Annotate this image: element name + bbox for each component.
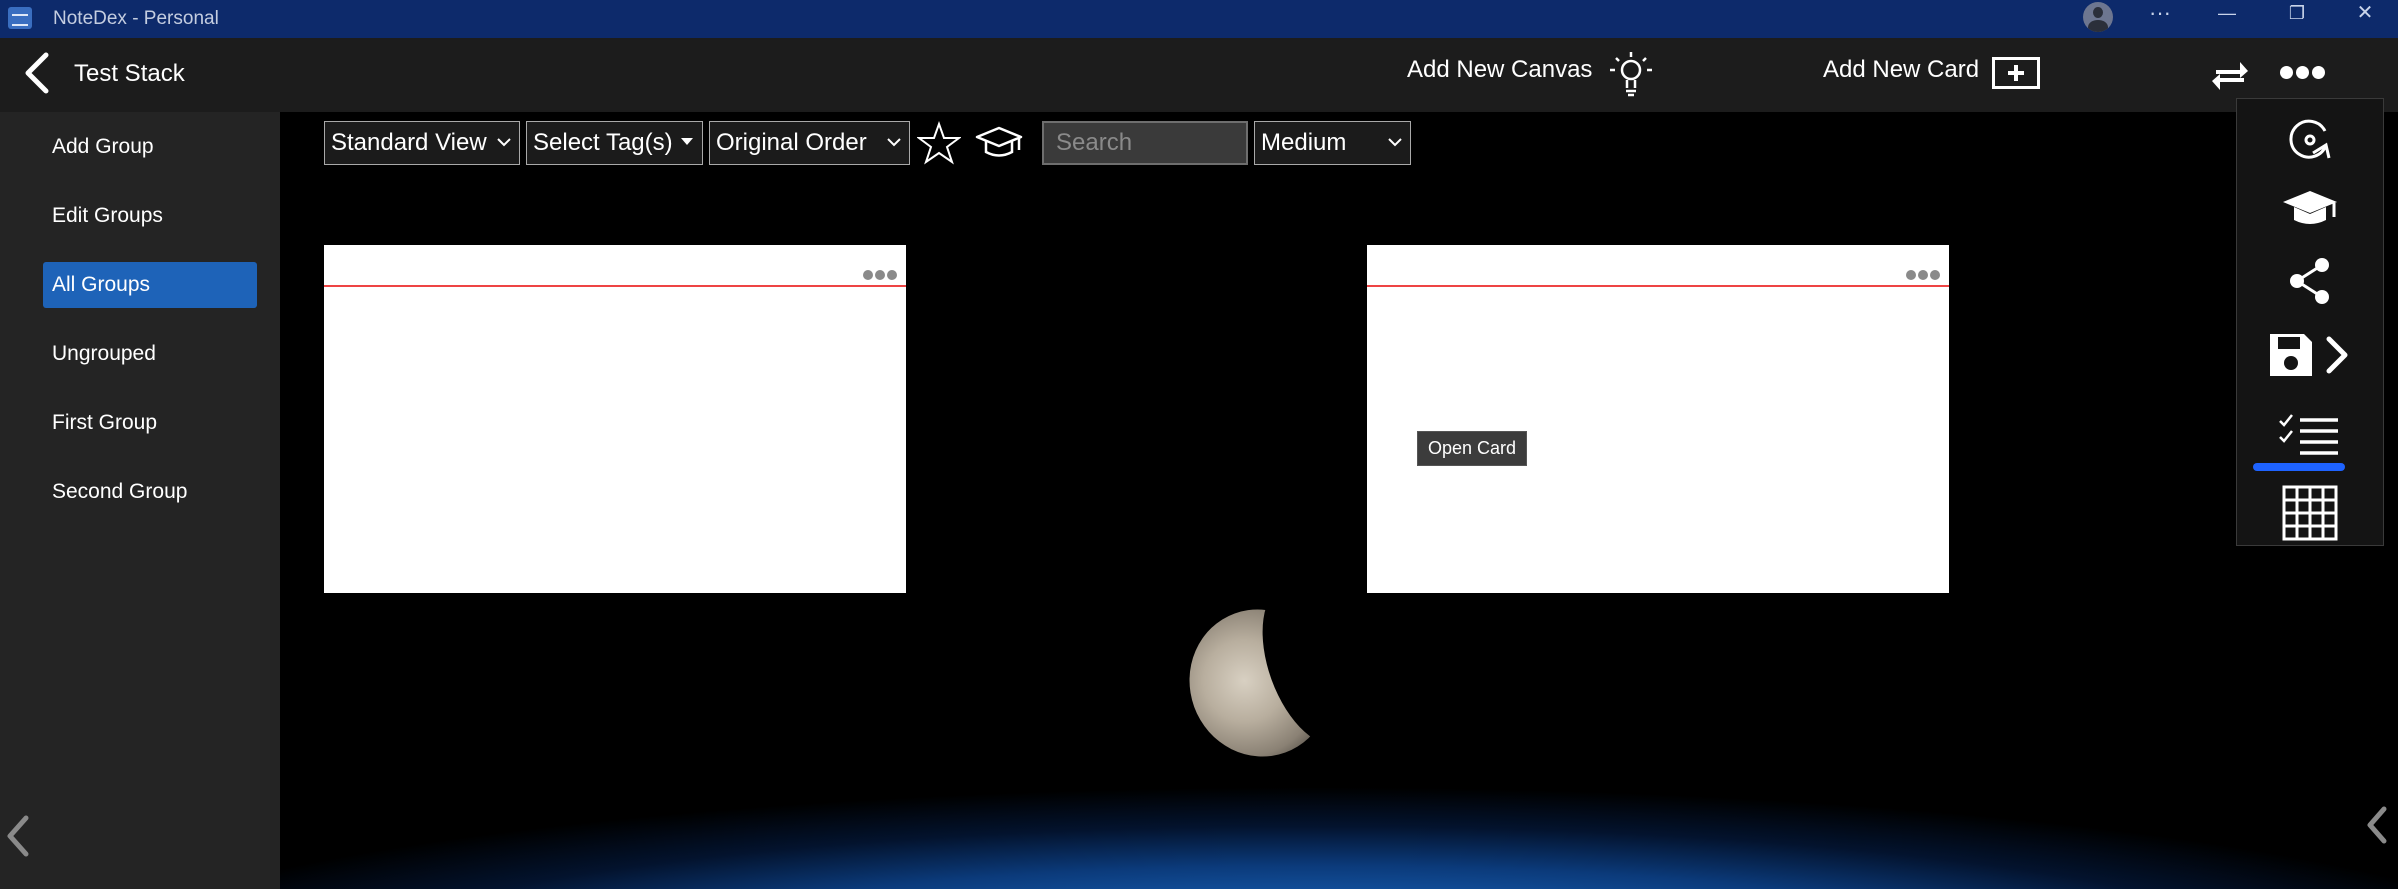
avatar[interactable] — [2083, 2, 2113, 32]
app-icon — [8, 7, 32, 29]
window-title: NoteDex - Personal — [53, 8, 219, 29]
active-view-indicator — [2253, 463, 2345, 471]
card-1[interactable] — [324, 245, 906, 593]
stack-title: Test Stack — [74, 60, 185, 87]
study-icon — [2283, 191, 2337, 224]
title-bar: NoteDex - Personal ··· — ❐ ✕ — [0, 0, 2398, 38]
card-menu-icon[interactable] — [1904, 267, 1940, 280]
chevron-down-icon — [1388, 138, 1402, 147]
save-more-icon — [2270, 334, 2348, 376]
scroll-left-icon[interactable] — [2364, 803, 2390, 847]
chevron-down-icon — [497, 138, 511, 147]
add-card-label: Add New Card — [1823, 56, 1980, 83]
grid-view-icon — [2282, 485, 2338, 541]
window-more-button[interactable]: ··· — [2140, 0, 2180, 30]
caret-down-icon — [681, 138, 693, 145]
sync-icon[interactable] — [2210, 54, 2250, 94]
list-view-button[interactable] — [2237, 412, 2383, 458]
group-sidebar: Add Group Edit Groups All Groups Ungroup… — [0, 112, 280, 889]
back-icon[interactable] — [22, 51, 52, 95]
share-icon — [2290, 258, 2329, 304]
grid-view-button[interactable] — [2237, 485, 2383, 541]
collapse-sidebar-icon[interactable] — [4, 812, 32, 860]
close-button[interactable]: ✕ — [2345, 0, 2385, 30]
add-canvas-button[interactable]: Add New Canvas — [1407, 56, 1592, 84]
card-2[interactable] — [1367, 245, 1949, 593]
sidebar-item-second-group[interactable]: Second Group — [43, 469, 257, 515]
card-header — [324, 245, 906, 287]
tag-select[interactable]: Select Tag(s) — [526, 121, 703, 165]
rotate-view-button[interactable] — [2237, 115, 2383, 165]
view-select[interactable]: Standard View — [324, 121, 520, 165]
add-canvas-label: Add New Canvas — [1407, 56, 1593, 83]
open-card-tooltip: Open Card — [1417, 431, 1528, 466]
size-select[interactable]: Medium — [1254, 121, 1411, 165]
rotate-view-icon — [2289, 119, 2331, 159]
study-icon[interactable] — [975, 125, 1023, 161]
more-options-icon[interactable] — [2280, 66, 2330, 86]
search-input[interactable]: Search — [1042, 121, 1248, 165]
minimize-button[interactable]: — — [2207, 0, 2247, 30]
list-view-icon — [2279, 414, 2338, 455]
card-menu-icon[interactable] — [861, 267, 897, 280]
maximize-button[interactable]: ❐ — [2277, 0, 2317, 30]
save-more-button[interactable] — [2237, 331, 2383, 379]
sidebar-item-ungrouped[interactable]: Ungrouped — [43, 331, 257, 377]
sidebar-item-first-group[interactable]: First Group — [43, 400, 257, 446]
star-icon[interactable] — [917, 121, 961, 165]
lightbulb-icon[interactable] — [1608, 50, 1654, 100]
study-mode-button[interactable] — [2237, 189, 2383, 229]
view-options-flyout — [2236, 98, 2384, 546]
order-select[interactable]: Original Order — [709, 121, 910, 165]
share-button[interactable] — [2237, 256, 2383, 306]
sidebar-item-add-group[interactable]: Add Group — [43, 124, 257, 170]
chevron-down-icon — [887, 138, 901, 147]
moon-background-image — [1168, 589, 1352, 777]
add-card-button[interactable]: Add New Card — [1823, 56, 1979, 84]
sidebar-item-edit-groups[interactable]: Edit Groups — [43, 193, 257, 239]
add-card-icon[interactable] — [1992, 57, 2040, 89]
command-bar: Test Stack Add New Canvas Add New Card — [0, 38, 2398, 112]
sidebar-item-all-groups[interactable]: All Groups — [43, 262, 257, 308]
card-header — [1367, 245, 1949, 287]
